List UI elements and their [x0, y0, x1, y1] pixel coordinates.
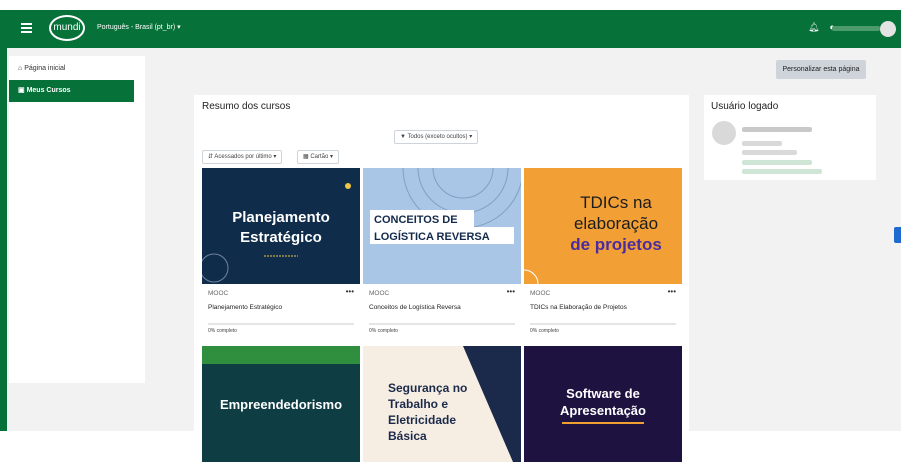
- view-dropdown[interactable]: ▦ Cartão ▾: [297, 150, 340, 164]
- course-progress-bar: [530, 323, 676, 325]
- course-image-title-line: TDICs na: [580, 193, 652, 212]
- course-card[interactable]: TDICs na elaboração de projetos MOOC •••…: [524, 168, 682, 348]
- grouping-filter-dropdown[interactable]: ▼ Todos (exceto ocultos) ▾: [394, 130, 479, 144]
- course-image-title-line: de projetos: [570, 235, 662, 254]
- course-progress-bar: [208, 323, 354, 325]
- course-image-title-line: Estratégico: [240, 229, 322, 246]
- course-name-link[interactable]: Planejamento Estratégico: [208, 304, 358, 311]
- nav-drawer: [9, 56, 145, 383]
- course-image-title-line: LOGÍSTICA REVERSA: [374, 230, 490, 243]
- top-navbar: mundi Português - Brasil (pt_br) ▾ 🔔︎ ●: [0, 10, 901, 48]
- user-detail-redacted: [742, 169, 822, 174]
- user-detail-redacted: [742, 160, 812, 165]
- course-image-title-line: elaboração: [574, 214, 658, 233]
- user-detail-redacted: [742, 141, 782, 146]
- course-image[interactable]: Software de Apresentação: [524, 346, 682, 462]
- course-category: MOOC: [369, 290, 390, 297]
- course-overview-title: Resumo dos cursos: [202, 101, 291, 112]
- course-image[interactable]: Planejamento Estratégico: [202, 168, 360, 284]
- course-image[interactable]: CONCEITOS DE LOGÍSTICA REVERSA: [363, 168, 521, 284]
- user-avatar[interactable]: [880, 21, 896, 37]
- course-card[interactable]: CONCEITOS DE LOGÍSTICA REVERSA MOOC ••• …: [363, 168, 521, 348]
- site-logo[interactable]: mundi: [49, 15, 85, 41]
- course-menu-icon[interactable]: •••: [346, 287, 354, 296]
- sidebar-item-my-courses[interactable]: ▣ Meus Cursos: [9, 80, 134, 102]
- course-category: MOOC: [530, 290, 551, 297]
- user-menu-name[interactable]: [832, 26, 880, 31]
- course-name-link[interactable]: TDICs na Elaboração de Projetos: [530, 304, 680, 311]
- course-image-title-line: Empreendedorismo: [220, 397, 342, 412]
- sidebar-item-label: Meus Cursos: [26, 87, 71, 94]
- course-name-link[interactable]: Conceitos de Logística Reversa: [369, 304, 519, 311]
- course-progress-text: 0% completo: [530, 328, 559, 334]
- filter-icon: ▼: [400, 134, 408, 140]
- floating-tab-button[interactable]: [894, 227, 901, 243]
- user-detail-redacted: [742, 150, 797, 155]
- courses-icon: ▣: [18, 87, 27, 94]
- bell-icon[interactable]: 🔔︎: [808, 22, 819, 33]
- course-card[interactable]: Planejamento Estratégico MOOC ••• Planej…: [202, 168, 360, 348]
- menu-toggle-icon[interactable]: [21, 21, 32, 35]
- user-avatar: [712, 121, 736, 145]
- course-image-title-line: Trabalho e: [388, 397, 448, 411]
- course-image-title-line: Básica: [388, 429, 427, 443]
- course-card[interactable]: Software de Apresentação: [524, 346, 682, 462]
- logged-user-title: Usuário logado: [711, 101, 779, 112]
- course-menu-icon[interactable]: •••: [507, 287, 515, 296]
- course-image-title-line: Apresentação: [560, 403, 646, 418]
- sort-label: Acessados por último ▾: [214, 154, 277, 160]
- language-selector[interactable]: Português - Brasil (pt_br) ▾: [97, 23, 181, 31]
- course-category: MOOC: [208, 290, 229, 297]
- course-image-title-line: CONCEITOS DE: [374, 214, 458, 226]
- sidebar-item-label: Página inicial: [24, 65, 66, 72]
- course-image-title-line: Segurança no: [388, 381, 467, 395]
- course-progress-text: 0% completo: [369, 328, 398, 334]
- customize-page-button[interactable]: Personalizar esta página: [776, 60, 866, 79]
- course-image[interactable]: Segurança no Trabalho e Eletricidade Bás…: [363, 346, 521, 462]
- course-image-title-line: Software de: [566, 386, 640, 401]
- grouping-filter-label: Todos (exceto ocultos) ▾: [407, 134, 473, 140]
- course-image[interactable]: TDICs na elaboração de projetos: [524, 168, 682, 284]
- sidebar-item-home[interactable]: ⌂ Página inicial: [9, 58, 134, 80]
- course-image[interactable]: Empreendedorismo: [202, 346, 360, 462]
- course-image-title-line: Planejamento: [232, 209, 330, 226]
- course-card[interactable]: Empreendedorismo: [202, 346, 360, 462]
- course-progress-text: 0% completo: [208, 328, 237, 334]
- course-image-title-line: Eletricidade: [388, 413, 456, 427]
- course-progress-bar: [369, 323, 515, 325]
- course-card[interactable]: Segurança no Trabalho e Eletricidade Bás…: [363, 346, 521, 462]
- course-menu-icon[interactable]: •••: [668, 287, 676, 296]
- sort-dropdown[interactable]: ⇵ Acessados por último ▾: [202, 150, 283, 164]
- user-name-redacted: [742, 127, 812, 132]
- view-label: Cartão ▾: [310, 154, 334, 160]
